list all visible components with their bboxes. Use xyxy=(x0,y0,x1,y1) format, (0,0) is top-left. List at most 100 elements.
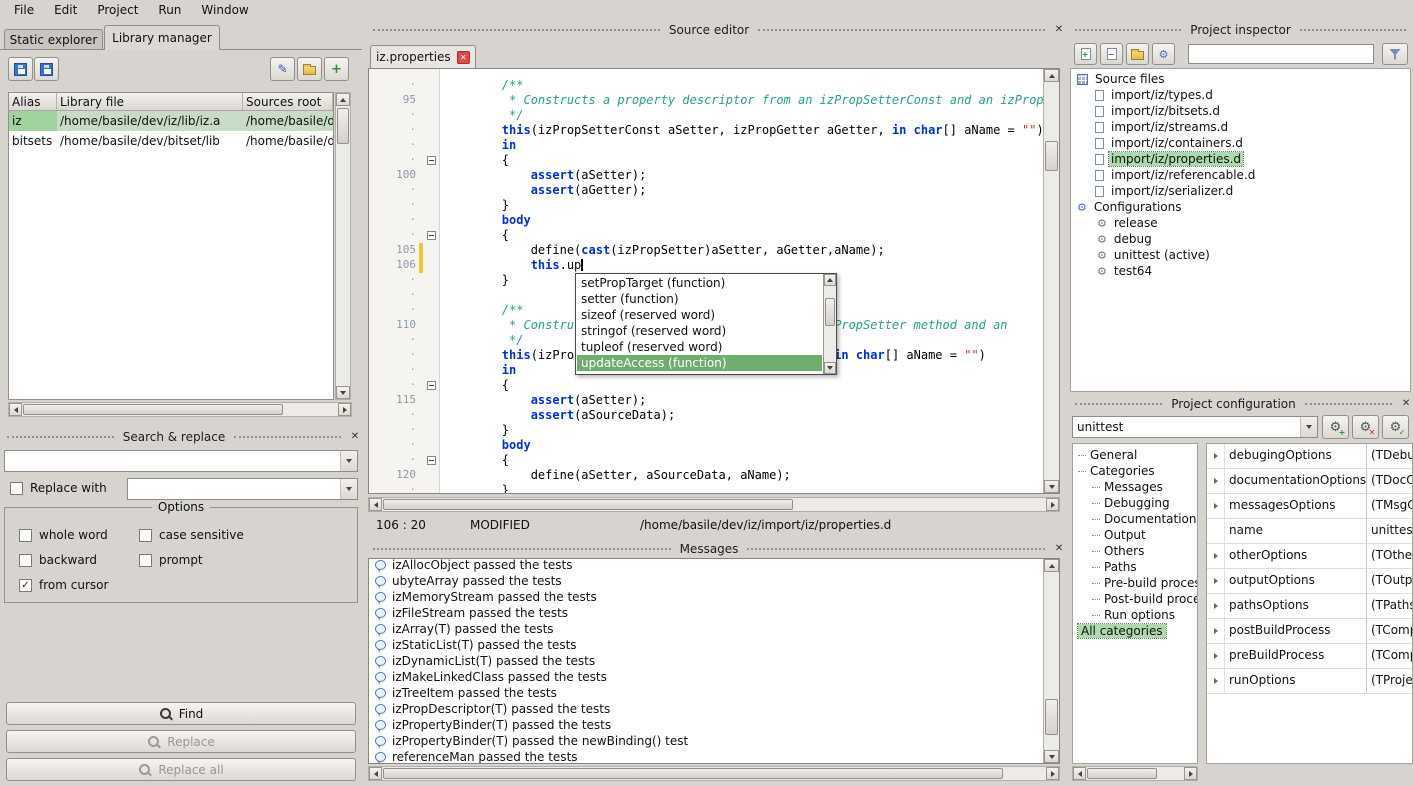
category-item[interactable]: General xyxy=(1073,447,1197,463)
expander-cell[interactable] xyxy=(1207,669,1225,693)
code-line[interactable]: } xyxy=(444,483,1043,493)
tree-item[interactable]: Source files xyxy=(1071,71,1410,87)
menu-item-window[interactable]: Window xyxy=(191,1,258,19)
column-header-alias[interactable]: Alias xyxy=(9,93,57,110)
close-icon[interactable]: ✕ xyxy=(1399,397,1413,411)
code-line[interactable]: this.up xyxy=(444,258,1043,273)
category-item[interactable]: Categories xyxy=(1073,463,1197,479)
add-configuration-button[interactable]: ⚙+ xyxy=(1322,415,1349,439)
property-row[interactable]: documentationOptions(TDocOpts) xyxy=(1207,469,1412,494)
tree-item[interactable]: import/iz/properties.d xyxy=(1071,151,1410,167)
tree-item[interactable]: import/iz/containers.d xyxy=(1071,135,1410,151)
message-item[interactable]: izDynamicList(T) passed the tests xyxy=(370,653,1042,669)
message-item[interactable]: izFileStream passed the tests xyxy=(370,605,1042,621)
remove-source-button[interactable]: − xyxy=(1100,43,1123,65)
tree-item[interactable]: ⚙release xyxy=(1071,215,1410,231)
config-horizontal-scrollbar[interactable] xyxy=(1072,766,1198,781)
tree-item[interactable]: ⚙Configurations xyxy=(1071,199,1410,215)
scroll-left-button[interactable] xyxy=(369,767,382,780)
editor-vertical-scrollbar[interactable] xyxy=(1043,69,1059,493)
property-row[interactable]: postBuildProcess(TCompileProcess) xyxy=(1207,619,1412,644)
scroll-right-button[interactable] xyxy=(1046,767,1059,780)
editor-tab-iz-properties[interactable]: iz.properties ✕ xyxy=(370,45,476,68)
scroll-up-button[interactable] xyxy=(1044,559,1059,572)
scroll-down-button[interactable] xyxy=(824,362,836,374)
property-row[interactable]: runOptions(TProjectRunOptions) xyxy=(1207,669,1412,694)
scroll-left-button[interactable] xyxy=(9,403,22,416)
find-button[interactable]: Find xyxy=(6,702,356,725)
expander-cell[interactable] xyxy=(1207,644,1225,668)
category-item[interactable]: Post-build process xyxy=(1073,591,1197,607)
filter-button[interactable] xyxy=(1382,43,1408,65)
message-item[interactable]: ubyteArray passed the tests xyxy=(370,573,1042,589)
messages-vertical-scrollbar[interactable] xyxy=(1043,559,1059,763)
category-item[interactable]: Messages xyxy=(1073,479,1197,495)
tree-item[interactable]: import/iz/types.d xyxy=(1071,87,1410,103)
close-icon[interactable]: ✕ xyxy=(1052,23,1066,37)
replace-with-checkbox[interactable]: Replace with xyxy=(10,481,107,495)
scrollbar-thumb[interactable] xyxy=(1045,141,1058,171)
library-vertical-scrollbar[interactable] xyxy=(335,92,351,400)
fold-marker-icon[interactable] xyxy=(427,456,436,465)
property-row[interactable]: nameunittest xyxy=(1207,519,1412,544)
search-term-combobox[interactable] xyxy=(4,450,358,472)
column-header-library-file[interactable]: Library file xyxy=(57,93,243,110)
tab-library-manager[interactable]: Library manager xyxy=(104,25,220,50)
completion-item[interactable]: sizeof (reserved word) xyxy=(577,307,822,323)
property-row[interactable]: debugingOptions(TDebugOpts) xyxy=(1207,444,1412,469)
code-line[interactable]: { xyxy=(444,153,1043,168)
menu-item-run[interactable]: Run xyxy=(148,1,191,19)
scroll-left-button[interactable] xyxy=(369,498,382,511)
dropdown-button[interactable] xyxy=(340,451,357,471)
remove-library-button[interactable] xyxy=(34,57,59,81)
dropdown-button[interactable] xyxy=(1300,417,1317,437)
messages-titlebar[interactable]: Messages ✕ xyxy=(366,540,1066,557)
replace-term-combobox[interactable] xyxy=(127,478,358,500)
expander-cell[interactable] xyxy=(1207,494,1225,518)
source-editor-titlebar[interactable]: Source editor ✕ xyxy=(366,21,1066,38)
scroll-up-button[interactable] xyxy=(1044,69,1059,82)
code-line[interactable]: */ xyxy=(444,108,1043,123)
completion-item[interactable]: updateAccess (function) xyxy=(577,355,822,371)
expander-cell[interactable] xyxy=(1207,469,1225,493)
scroll-up-button[interactable] xyxy=(824,274,836,286)
project-inspector-titlebar[interactable]: Project inspector xyxy=(1068,21,1413,38)
completion-item[interactable]: setPropTarget (function) xyxy=(577,275,822,291)
expander-cell[interactable] xyxy=(1207,594,1225,618)
expander-cell[interactable] xyxy=(1207,619,1225,643)
clone-configuration-button[interactable]: ⚙✓ xyxy=(1382,415,1409,439)
close-icon[interactable]: ✕ xyxy=(1052,542,1066,556)
fold-marker-icon[interactable] xyxy=(427,156,436,165)
property-row[interactable]: messagesOptions(TMsgOpts) xyxy=(1207,494,1412,519)
expander-cell[interactable] xyxy=(1207,444,1225,468)
open-library-folder-button[interactable] xyxy=(297,57,322,81)
code-line[interactable]: body xyxy=(444,213,1043,228)
close-icon[interactable]: ✕ xyxy=(348,430,362,444)
add-library-button[interactable] xyxy=(8,57,33,81)
close-tab-icon[interactable]: ✕ xyxy=(457,51,470,64)
fold-marker-icon[interactable] xyxy=(427,381,436,390)
expander-cell[interactable] xyxy=(1207,544,1225,568)
code-line[interactable]: } xyxy=(444,423,1043,438)
scrollbar-thumb[interactable] xyxy=(23,404,283,415)
code-line[interactable]: assert(aSetter); xyxy=(444,168,1043,183)
fold-marker-icon[interactable] xyxy=(427,231,436,240)
scrollbar-thumb[interactable] xyxy=(337,108,349,144)
category-item[interactable]: Paths xyxy=(1073,559,1197,575)
code-line[interactable]: assert(aSetter); xyxy=(444,393,1043,408)
messages-horizontal-scrollbar[interactable] xyxy=(368,766,1060,781)
category-item[interactable]: Others xyxy=(1073,543,1197,559)
code-line[interactable]: in xyxy=(444,138,1043,153)
property-row[interactable]: preBuildProcess(TCompileProcess) xyxy=(1207,644,1412,669)
code-line[interactable]: define(cast(izPropSetter)aSetter, aGette… xyxy=(444,243,1043,258)
code-line[interactable]: } xyxy=(444,198,1043,213)
scrollbar-thumb[interactable] xyxy=(1087,768,1157,779)
scroll-right-button[interactable] xyxy=(1046,498,1059,511)
message-item[interactable]: izMemoryStream passed the tests xyxy=(370,589,1042,605)
code-line[interactable]: this(izPropSetterConst aSetter, izPropGe… xyxy=(444,123,1043,138)
library-horizontal-scrollbar[interactable] xyxy=(8,402,352,417)
editor-horizontal-scrollbar[interactable] xyxy=(368,497,1060,512)
scroll-down-button[interactable] xyxy=(1044,480,1059,493)
scroll-right-button[interactable] xyxy=(338,403,351,416)
edit-library-button[interactable]: ✎ xyxy=(270,57,295,81)
